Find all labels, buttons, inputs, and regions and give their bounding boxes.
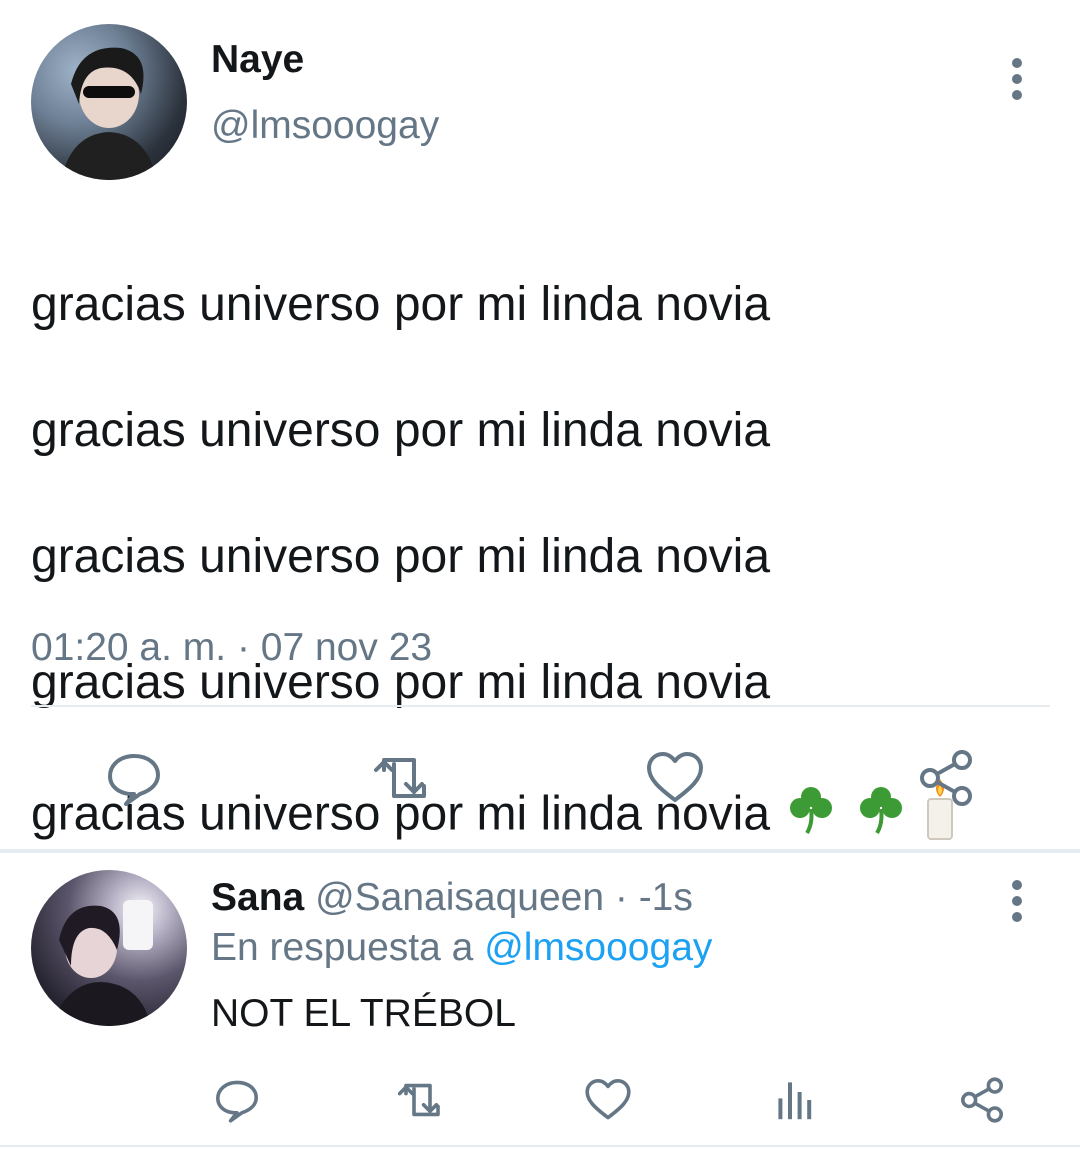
reply-author-name[interactable]: Sana (211, 876, 304, 919)
tweet-line: gracias universo por mi linda novia (31, 530, 771, 583)
like-icon[interactable] (645, 748, 705, 808)
tweet-line-last: gracias universo por mi linda novia (31, 777, 1061, 857)
in-reply-handle-link[interactable]: @lmsooogay (484, 926, 712, 969)
like-icon[interactable] (584, 1076, 632, 1124)
reply-text: NOT EL TRÉBOL (211, 992, 516, 1035)
divider (31, 705, 1050, 707)
divider (0, 1145, 1080, 1147)
more-options-icon[interactable] (1011, 880, 1023, 926)
section-divider (0, 849, 1080, 853)
author-handle[interactable]: @lmsooogay (211, 104, 439, 148)
in-reply-to: En respuesta a @lmsooogay (211, 926, 712, 970)
reply-meta[interactable]: @Sanaisaqueen · -1s (315, 876, 693, 919)
share-icon[interactable] (916, 748, 976, 808)
author-avatar[interactable] (31, 24, 187, 180)
analytics-icon[interactable] (772, 1076, 820, 1124)
in-reply-prefix: En respuesta a (211, 926, 474, 969)
share-icon[interactable] (958, 1076, 1006, 1124)
reply-icon[interactable] (213, 1076, 261, 1124)
reply-header: Sana @Sanaisaqueen · -1s (211, 876, 693, 920)
tweet-line: gracias universo por mi linda novia (31, 404, 771, 457)
tweet-timestamp[interactable]: 01:20 a. m. · 07 nov 23 (31, 626, 432, 670)
reply-author-avatar[interactable] (31, 870, 187, 1026)
shamrock-icon (783, 781, 839, 853)
more-options-icon[interactable] (1011, 58, 1023, 104)
reply-icon[interactable] (104, 748, 164, 808)
author-name[interactable]: Naye (211, 38, 304, 82)
tweet-line: gracias universo por mi linda novia (31, 278, 771, 331)
retweet-icon[interactable] (374, 748, 434, 808)
shamrock-icon (853, 781, 909, 853)
retweet-icon[interactable] (397, 1076, 446, 1124)
